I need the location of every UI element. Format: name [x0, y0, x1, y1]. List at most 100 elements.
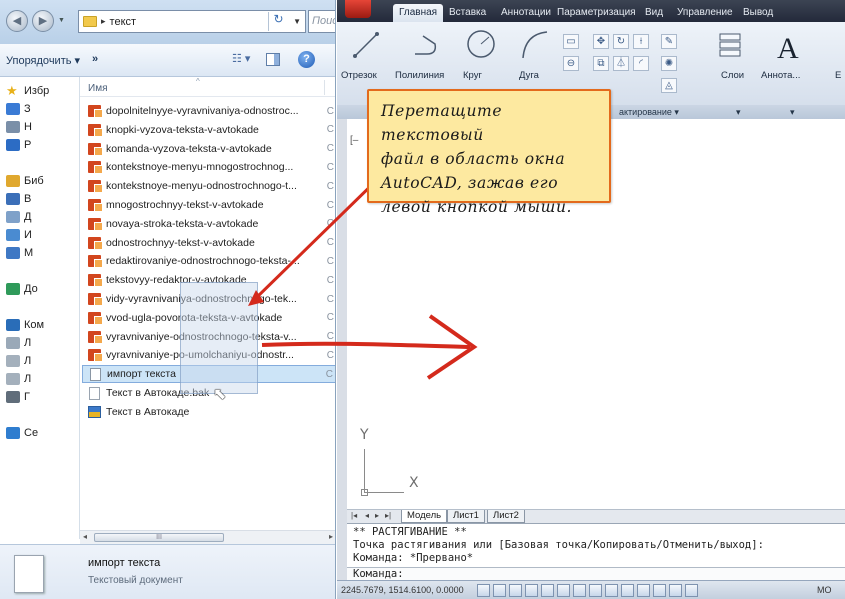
osnap-button[interactable]	[557, 584, 570, 597]
drive-icon	[6, 355, 20, 367]
model-space-button[interactable]: MO	[817, 585, 832, 595]
nav-item[interactable]: Д	[6, 211, 31, 223]
mirror-tool-icon[interactable]: ⏃	[613, 56, 629, 71]
address-dropdown-icon[interactable]: ▼	[293, 17, 301, 26]
organize-button[interactable]: Упорядочить ▾	[6, 54, 80, 67]
annotation-button[interactable]: Аннота...	[761, 70, 800, 81]
view-options-icon[interactable]: ☷ ▾	[232, 52, 260, 68]
grid-button[interactable]	[509, 584, 522, 597]
edit-panel-label[interactable]: актирование ▾	[619, 107, 679, 118]
ellipse-tool-icon[interactable]: ⊖	[563, 56, 579, 71]
nav-item-label: М	[24, 247, 34, 259]
documents-library-icon	[6, 211, 20, 223]
selection-cycling-button[interactable]	[685, 584, 698, 597]
layers-button[interactable]: Слои	[721, 70, 744, 81]
file-row[interactable]: komanda-vyzova-teksta-v-avtokade С	[82, 140, 335, 158]
last-layout-icon[interactable]: ▸|	[385, 511, 391, 520]
polar-button[interactable]	[541, 584, 554, 597]
copy-tool-icon[interactable]: ⧉	[593, 56, 609, 71]
help-icon[interactable]: ?	[298, 51, 315, 68]
file-name: redaktirovaniye-odnostrochnogo-teksta-..…	[106, 255, 300, 268]
scroll-left-icon[interactable]: ◂	[83, 532, 87, 541]
forward-button[interactable]: ▶	[32, 10, 54, 32]
infer-constraints-button[interactable]	[477, 584, 490, 597]
fillet-tool-icon[interactable]: ◜	[633, 56, 649, 71]
nav-item[interactable]: ★ Избр	[6, 84, 49, 97]
next-layout-icon[interactable]: ▸	[375, 511, 379, 520]
dyn-button[interactable]	[621, 584, 634, 597]
file-row[interactable]: novaya-stroka-teksta-v-avtokade С	[82, 215, 335, 233]
file-row[interactable]: mnogostrochnyy-tekst-v-avtokade С	[82, 196, 335, 214]
ribbon-tab[interactable]: Вставка	[443, 4, 492, 22]
circle-tool-button[interactable]: Круг	[463, 70, 482, 81]
file-row[interactable]: redaktirovaniye-odnostrochnogo-teksta-..…	[82, 252, 335, 270]
refresh-icon[interactable]: ↻	[268, 12, 288, 31]
ducs-button[interactable]	[605, 584, 618, 597]
ribbon-tab[interactable]: Управление	[671, 4, 739, 22]
transparency-button[interactable]	[653, 584, 666, 597]
more-commands-button[interactable]: »	[92, 53, 98, 65]
ribbon-tab[interactable]: Вид	[639, 4, 669, 22]
3dosnap-button[interactable]	[573, 584, 586, 597]
trim-tool-icon[interactable]: ⟊	[633, 34, 649, 49]
file-row[interactable]: dopolnitelnyye-vyravnivaniya-odnostroc..…	[82, 102, 335, 120]
nav-item[interactable]: З	[6, 103, 31, 115]
nav-item[interactable]: Биб	[6, 175, 44, 187]
quick-properties-button[interactable]	[669, 584, 682, 597]
layout-tab[interactable]: Лист1	[447, 510, 485, 523]
command-input[interactable]: Команда:	[347, 567, 845, 580]
lineweight-button[interactable]	[637, 584, 650, 597]
nav-item[interactable]: Р	[6, 139, 31, 151]
ribbon-overflow-button[interactable]: Е	[835, 70, 841, 81]
nav-item[interactable]: Ком	[6, 319, 44, 331]
ortho-button[interactable]	[525, 584, 538, 597]
offset-tool-icon[interactable]: ◬	[661, 78, 677, 93]
nav-item[interactable]: В	[6, 193, 31, 205]
preview-pane-icon[interactable]	[266, 53, 280, 66]
ribbon-tab[interactable]: Параметризация	[551, 4, 642, 22]
search-input[interactable]: Поис	[308, 10, 335, 33]
move-tool-icon[interactable]: ✥	[593, 34, 609, 49]
nav-item[interactable]: Г	[6, 391, 30, 403]
arc-tool-button[interactable]: Дуга	[519, 70, 539, 81]
layout-tab[interactable]: Лист2	[487, 510, 525, 523]
viewport-control[interactable]: [–	[350, 135, 358, 146]
prev-layout-icon[interactable]: ◂	[365, 511, 369, 520]
model-tab[interactable]: Модель	[401, 510, 448, 523]
rectangle-tool-icon[interactable]: ▭	[563, 34, 579, 49]
ribbon-tab[interactable]: Главная	[393, 4, 444, 22]
nav-item[interactable]: Л	[6, 337, 31, 349]
scroll-right-icon[interactable]: ▸	[329, 532, 333, 541]
snap-mode-button[interactable]	[493, 584, 506, 597]
nav-item[interactable]: До	[6, 283, 38, 295]
nav-item[interactable]: И	[6, 229, 32, 241]
otrack-button[interactable]	[589, 584, 602, 597]
ribbon-tab[interactable]: Аннотации	[495, 4, 557, 22]
line-tool-button[interactable]: Отрезок	[341, 70, 377, 81]
rotate-tool-icon[interactable]: ↻	[613, 34, 629, 49]
first-layout-icon[interactable]: |◂	[351, 511, 357, 520]
autocad-logo-icon[interactable]	[345, 0, 371, 18]
explode-tool-icon[interactable]: ✺	[661, 56, 677, 71]
file-row[interactable]: kontekstnoye-menyu-mnogostrochnog... С	[82, 158, 335, 176]
file-row[interactable]: kontekstnoye-menyu-odnostrochnogo-t... С	[82, 177, 335, 195]
file-row[interactable]: odnostrochnyy-tekst-v-avtokade С	[82, 234, 335, 252]
back-button[interactable]: ◀	[6, 10, 28, 32]
horizontal-scrollbar[interactable]: ◂ III ▸	[80, 530, 335, 544]
annotation-panel-dropdown[interactable]: ▾	[790, 107, 795, 118]
file-row[interactable]: knopki-vyzova-teksta-v-avtokade С	[82, 121, 335, 139]
nav-item[interactable]: Л	[6, 355, 31, 367]
column-divider[interactable]	[324, 80, 325, 95]
layers-panel-dropdown[interactable]: ▾	[736, 107, 741, 118]
column-name-header[interactable]: Имя	[88, 83, 107, 94]
ribbon-tab[interactable]: Вывод	[737, 4, 779, 22]
file-row[interactable]: Текст в Автокаде	[82, 403, 335, 421]
erase-tool-icon[interactable]: ✎	[661, 34, 677, 49]
history-dropdown-icon[interactable]: ▼	[58, 17, 65, 24]
scroll-thumb[interactable]: III	[94, 533, 224, 542]
nav-item[interactable]: М	[6, 247, 33, 259]
nav-item[interactable]: Л	[6, 373, 31, 385]
nav-item[interactable]: Се	[6, 427, 38, 439]
polyline-tool-button[interactable]: Полилиния	[395, 70, 444, 81]
nav-item[interactable]: Н	[6, 121, 32, 133]
